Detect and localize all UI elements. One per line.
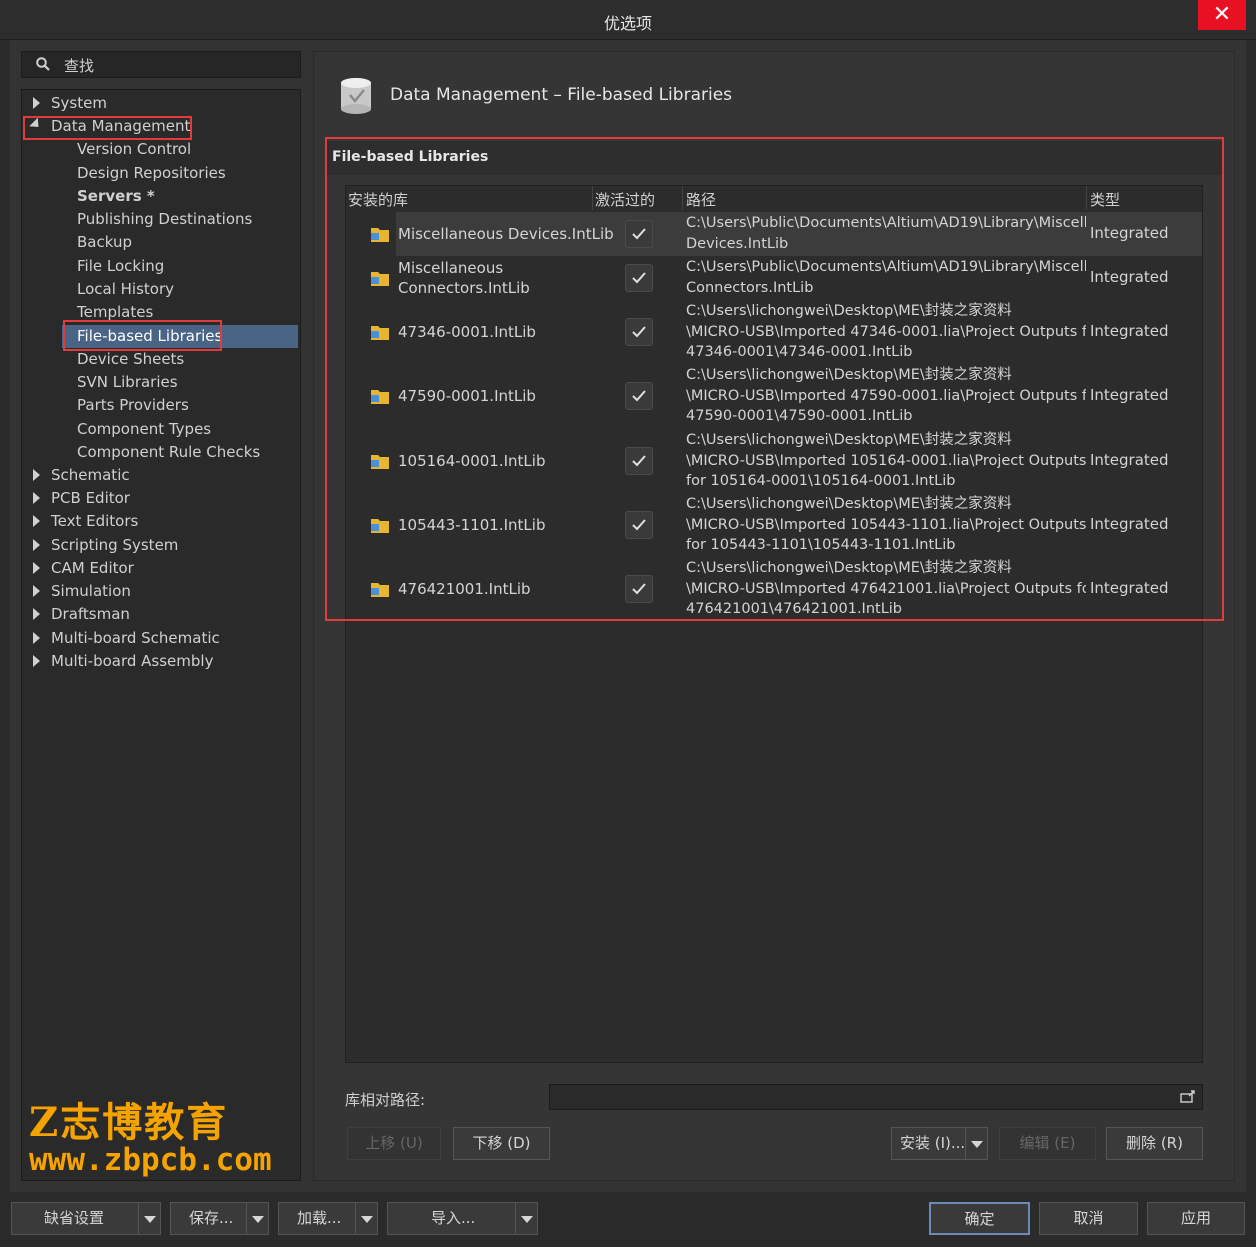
search-placeholder: 查找: [64, 57, 95, 75]
relative-path-field[interactable]: [549, 1084, 1203, 1110]
save-button[interactable]: 保存...: [170, 1202, 269, 1235]
tree-item-system[interactable]: System: [51, 92, 107, 115]
expand-arrow-icon[interactable]: [33, 539, 40, 551]
tree-item-component-types[interactable]: Component Types: [77, 418, 211, 441]
expand-arrow-icon[interactable]: [33, 655, 40, 667]
load-button[interactable]: 加载...: [278, 1202, 378, 1235]
logo-url: www.zbpcb.com: [29, 1142, 272, 1178]
tree-item-device-sheets[interactable]: Device Sheets: [77, 348, 184, 371]
tree-item-svn-libraries[interactable]: SVN Libraries: [77, 371, 178, 394]
watermark-logo: Z志博教育 www.zbpcb.com: [29, 1090, 272, 1178]
expand-arrow-icon[interactable]: [33, 585, 40, 597]
defaults-button[interactable]: 缺省设置: [11, 1202, 161, 1235]
defaults-button-label: 缺省设置: [44, 1209, 105, 1227]
import-button[interactable]: 导入...: [387, 1202, 538, 1235]
tree-item-local-history[interactable]: Local History: [77, 278, 174, 301]
tree-item-multi-board-schematic[interactable]: Multi-board Schematic: [51, 627, 220, 650]
remove-button[interactable]: 删除 (R): [1106, 1127, 1203, 1160]
tree-item-backup[interactable]: Backup: [77, 231, 132, 254]
defaults-dropdown-icon[interactable]: [138, 1203, 160, 1234]
save-button-label: 保存...: [189, 1209, 234, 1227]
tree-item-cam-editor[interactable]: CAM Editor: [51, 557, 134, 580]
expand-arrow-icon[interactable]: [33, 97, 40, 109]
close-button[interactable]: ✕: [1198, 0, 1246, 30]
tree-item-version-control[interactable]: Version Control: [77, 138, 191, 161]
cancel-button[interactable]: 取消: [1039, 1202, 1138, 1235]
tree-item-scripting-system[interactable]: Scripting System: [51, 534, 178, 557]
expand-arrow-icon[interactable]: [33, 515, 40, 527]
import-dropdown-icon[interactable]: [515, 1203, 537, 1234]
install-button[interactable]: 安装 (I)...: [891, 1127, 988, 1160]
tree-item-draftsman[interactable]: Draftsman: [51, 603, 130, 626]
tree-item-text-editors[interactable]: Text Editors: [51, 510, 138, 533]
apply-button[interactable]: 应用: [1147, 1202, 1245, 1235]
expand-arrow-icon[interactable]: [33, 632, 40, 644]
tree-item-component-rule-checks[interactable]: Component Rule Checks: [77, 441, 260, 464]
page-title: Data Management – File-based Libraries: [390, 85, 733, 105]
tree-item-parts-providers[interactable]: Parts Providers: [77, 394, 189, 417]
load-button-label: 加载...: [297, 1209, 342, 1227]
search-icon: [36, 57, 50, 71]
tree-item-publishing-destinations[interactable]: Publishing Destinations: [77, 208, 252, 231]
relative-path-label: 库相对路径:: [345, 1091, 426, 1109]
tree-item-schematic[interactable]: Schematic: [51, 464, 130, 487]
tree-item-design-repositories[interactable]: Design Repositories: [77, 162, 226, 185]
move-up-button[interactable]: 上移 (U): [347, 1127, 441, 1160]
save-dropdown-icon[interactable]: [246, 1203, 268, 1234]
title-bar: 优选项 ✕: [0, 0, 1256, 40]
search-input[interactable]: 查找: [21, 51, 301, 78]
tree-item-servers[interactable]: Servers *: [77, 185, 155, 208]
edit-button[interactable]: 编辑 (E): [999, 1127, 1096, 1160]
move-down-button[interactable]: 下移 (D): [453, 1127, 550, 1160]
expand-arrow-icon[interactable]: [33, 562, 40, 574]
browse-folder-icon[interactable]: [1180, 1090, 1196, 1104]
load-dropdown-icon[interactable]: [355, 1203, 377, 1234]
install-button-label: 安装 (I)...: [900, 1134, 966, 1152]
install-dropdown-icon[interactable]: [965, 1128, 987, 1159]
expand-arrow-icon[interactable]: [33, 492, 40, 504]
tree-item-file-locking[interactable]: File Locking: [77, 255, 164, 278]
expand-arrow-icon[interactable]: [33, 608, 40, 620]
annotation-box-data-management: [23, 116, 192, 140]
annotation-box-libraries-table: [325, 137, 1224, 621]
expand-arrow-icon[interactable]: [33, 469, 40, 481]
tree-item-multi-board-assembly[interactable]: Multi-board Assembly: [51, 650, 213, 673]
database-icon: [341, 78, 371, 114]
window-title: 优选项: [603, 14, 652, 33]
ok-button[interactable]: 确定: [929, 1202, 1030, 1235]
annotation-box-file-based-libraries: [63, 320, 222, 351]
import-button-label: 导入...: [431, 1209, 476, 1227]
tree-item-pcb-editor[interactable]: PCB Editor: [51, 487, 130, 510]
tree-item-simulation[interactable]: Simulation: [51, 580, 131, 603]
logo-text: Z志博教育: [29, 1099, 229, 1146]
